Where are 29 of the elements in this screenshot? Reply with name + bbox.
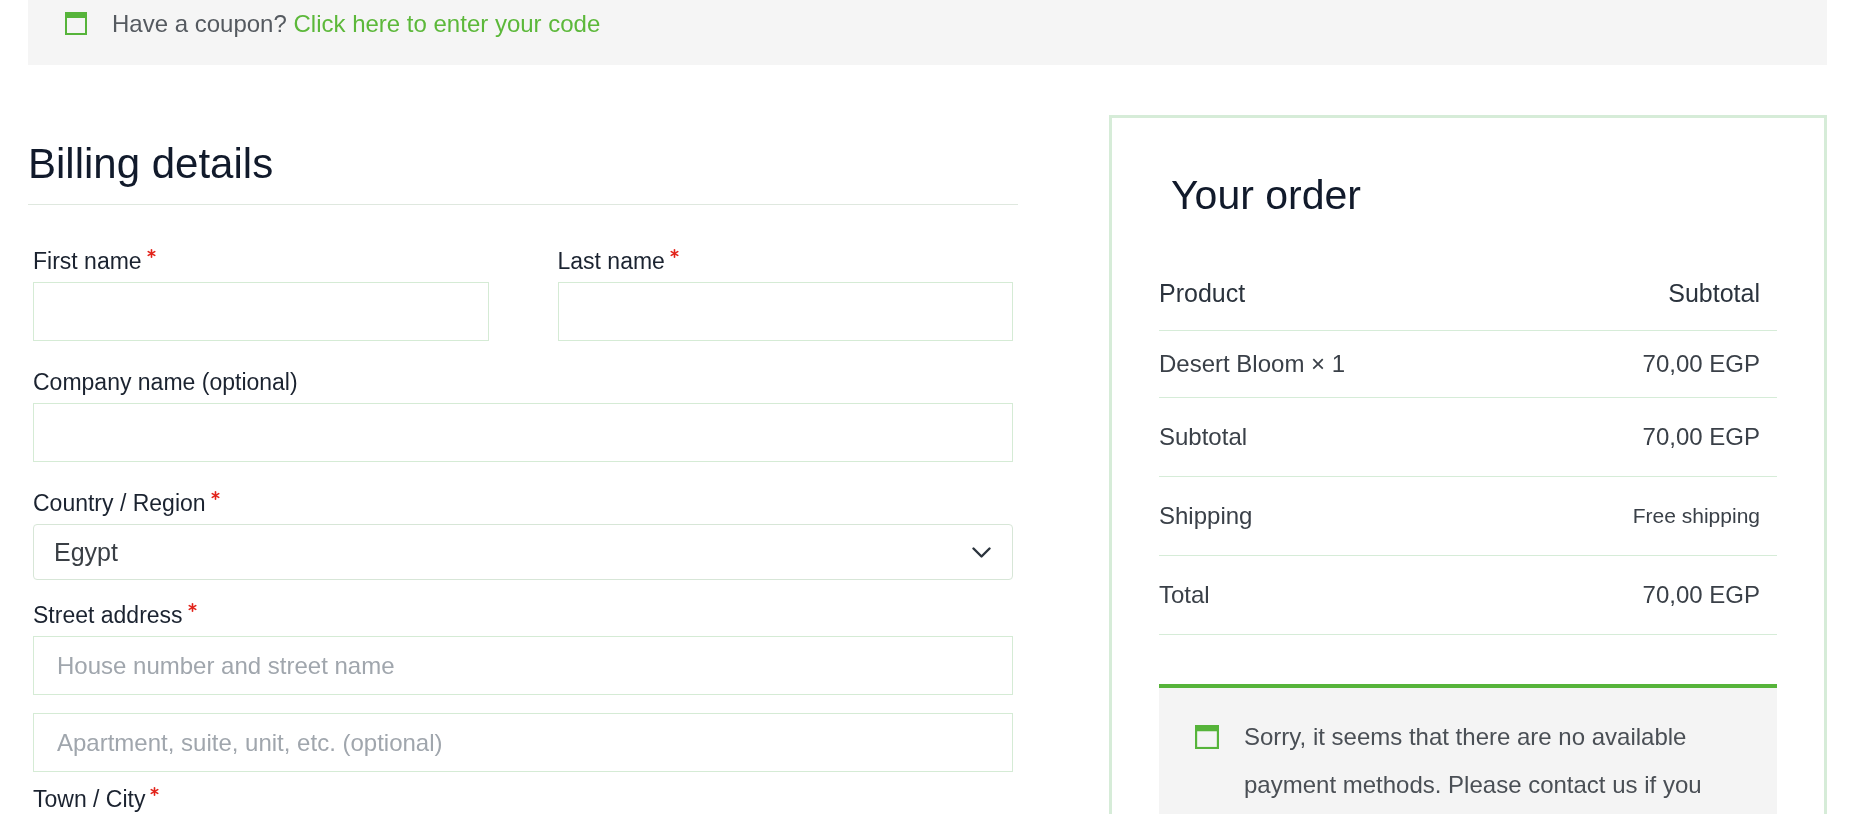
table-cell-text: Free shipping (1632, 503, 1760, 529)
country-select[interactable]: Egypt (33, 524, 1013, 580)
notice-text: Sorry, it seems that there are no available payment methods. Please contact us if you (1244, 722, 1703, 800)
table-cell: 70,00 EGP (1642, 350, 1760, 378)
text-field[interactable] (557, 282, 1013, 341)
field-label: Street address (33, 602, 183, 628)
table-cell: 70,00 EGP (1642, 581, 1760, 609)
table-cell: Shipping (1159, 502, 1253, 530)
table-cell: Subtotal (1159, 423, 1248, 451)
coupon-message: Have a coupon? Click here to enter your code (112, 10, 601, 38)
field-label: Company name (optional) (33, 369, 298, 395)
text-field[interactable] (33, 403, 1013, 462)
section-title: Your order (1171, 171, 1361, 219)
column-header: Subtotal (1668, 278, 1760, 307)
chevron-down-icon (972, 546, 991, 558)
text-field[interactable]: Apartment, suite, unit, etc. (optional) (33, 713, 1013, 772)
table-cell: Total (1159, 581, 1210, 609)
section-title: Billing details (28, 139, 274, 189)
column-header: Product (1159, 278, 1246, 307)
field-label: Country / Region (33, 490, 206, 516)
table-cell: 70,00 EGP (1642, 423, 1760, 451)
field-label: Town / City (33, 786, 146, 812)
text-field[interactable] (33, 282, 489, 341)
window-icon (65, 12, 87, 35)
window-icon (1195, 725, 1219, 749)
text-field[interactable]: House number and street name (33, 636, 1013, 695)
table-cell: Desert Bloom × 1 (1159, 350, 1346, 378)
field-label: First name (33, 248, 142, 274)
field-label: Last name (557, 248, 665, 274)
